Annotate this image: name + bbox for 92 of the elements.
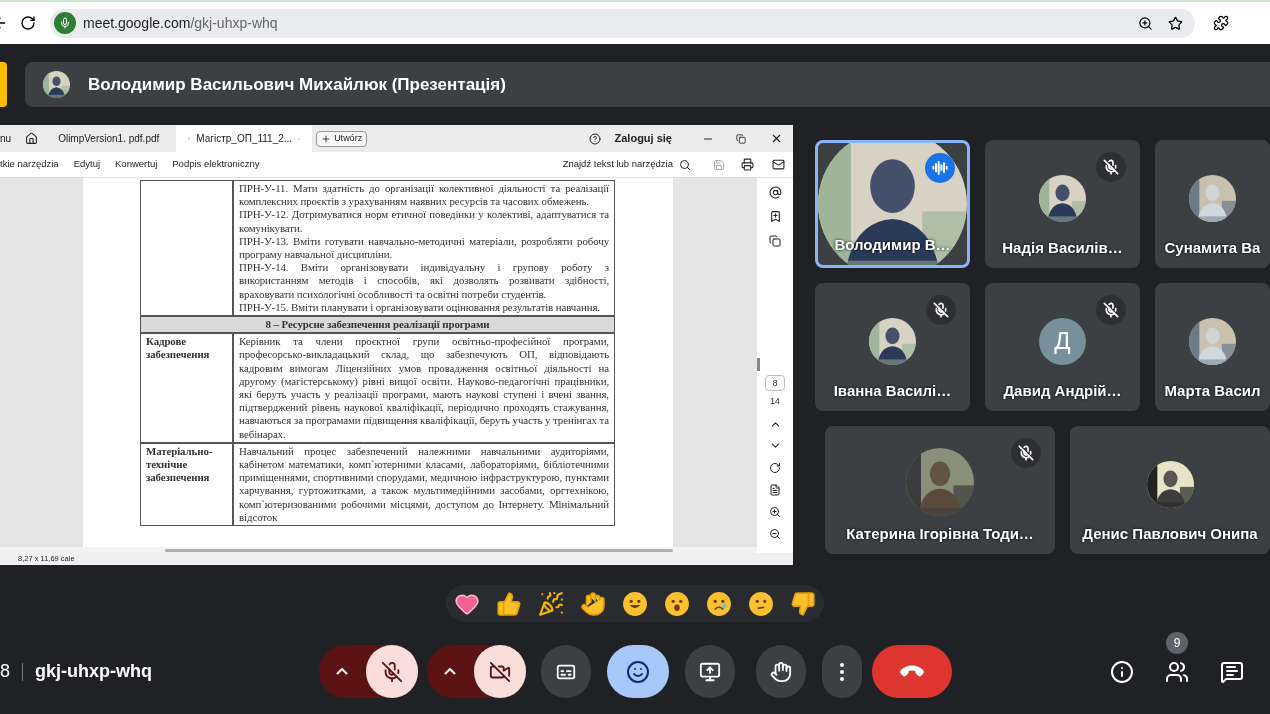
search-tools-label[interactable]: Znajdź tekst lub narzędzia [562, 157, 673, 172]
sign-in-link[interactable]: Zaloguj się [614, 130, 672, 147]
participant-name: Марта Васил [1164, 381, 1261, 401]
help-icon[interactable] [588, 132, 601, 145]
party-popper-icon[interactable] [538, 590, 564, 617]
page-icon[interactable] [769, 483, 781, 496]
presenter-title: Володимир Васильович Михайлюк (Презентація) [88, 73, 506, 96]
caret-icon [444, 668, 456, 675]
zoom-out-icon[interactable] [769, 527, 781, 540]
notification-strip [0, 62, 7, 107]
requirement-text: ПРН-У-13. Вміти готувати навчально-методичні матеріали, розробляти робочу програму навчальної дисципліни. [239, 234, 609, 262]
scrollbar-thumb[interactable] [757, 358, 760, 371]
restore-icon[interactable] [736, 133, 746, 144]
chat-icon[interactable] [1220, 659, 1244, 684]
bookmark-icon[interactable] [768, 210, 782, 223]
crying-face-icon[interactable] [706, 590, 732, 617]
copy-icon[interactable] [769, 235, 781, 247]
meeting-code: gkj-uhxp-whq [35, 660, 152, 683]
bookmark-star-icon[interactable] [1168, 15, 1183, 31]
address-bar[interactable]: meet.google.com/gkj-uhxp-whq [50, 8, 1195, 38]
horizontal-scrollbar[interactable] [165, 548, 673, 552]
requirement-text: ПРН-У-11. Мати здатність до організації колективної діяльності та реалізації комплексних проєктів з урахуванням наявних ресурсів та часових обмежень. [239, 182, 609, 209]
tab[interactable]: Магістр_ОП_111_2... [176, 125, 313, 152]
rotate-icon[interactable] [769, 461, 781, 474]
menu-label[interactable]: nu [0, 131, 12, 146]
home-icon[interactable] [25, 132, 39, 145]
participant-name: Катерина Ігорівна Тоди… [846, 524, 1034, 544]
page-number-field[interactable]: 8 [765, 375, 785, 391]
mic-off-icon [380, 660, 403, 683]
mic-icon[interactable] [54, 12, 76, 34]
print-icon[interactable] [741, 158, 754, 171]
smiley-icon [625, 659, 650, 684]
present-screen-icon [698, 660, 721, 683]
table-cell: Кадрове забезпечення [140, 333, 233, 443]
zoom-icon[interactable] [1138, 15, 1153, 31]
mail-icon[interactable] [772, 158, 785, 171]
present-button[interactable] [684, 645, 735, 698]
menu-item[interactable]: Edytuj [73, 157, 101, 172]
page-total: 14 [770, 395, 780, 408]
menu-item[interactable]: tkie narzędzia [0, 157, 59, 172]
thinking-face-icon[interactable] [748, 590, 774, 617]
extensions-icon[interactable] [1213, 15, 1229, 31]
participant-name: Надія Василів… [1002, 238, 1123, 258]
table-cell: Матеріально-технічне забезпечення [140, 442, 233, 527]
raise-hand-button[interactable] [755, 645, 806, 698]
search-icon[interactable] [679, 158, 691, 171]
requirement-text: ПРН-У-14. Вміти організовувати індивідуальну і групову роботу з використанням методів і способів, які дозволять розвивати здібності, враховувати психологічні особливості та освітні потреби студентів. [239, 261, 609, 301]
camera-off-icon [488, 660, 511, 683]
thumbs-up-icon[interactable] [496, 590, 522, 617]
tab[interactable]: OlimpVersion1. pdf.pdf [46, 125, 177, 152]
participant-name: Давид Андрій… [1003, 381, 1122, 401]
requirement-text: ПРН-У-12. Дотримуватися норм етичної поведінки у колективі, адаптуватися та комунікувати. [239, 208, 609, 235]
people-icon [1165, 659, 1189, 684]
info-icon[interactable] [1110, 659, 1134, 684]
participant-name: Іванна Василі… [833, 381, 952, 401]
participant-tile[interactable]: Надія Василів… [985, 140, 1140, 268]
participant-tile[interactable]: Д Давид Андрій… [985, 283, 1140, 411]
thumbs-down-icon[interactable] [790, 590, 816, 617]
more-icon [839, 662, 844, 681]
menu-item[interactable]: Konwertuj [115, 157, 158, 172]
comment-icon[interactable] [768, 186, 782, 199]
camera-button[interactable] [473, 645, 526, 698]
table-cell: Керівник та члени проєктної групи освітньо-професійної програми, професорсько-викладацький склад, що забезпечують ОП, відповідають кадровим вимогам Ліцензійних умов провадження освітньої діяльності на другому (магістерському) рівні вищої освіти. Науково-педагогічні працівники, які беруть участь у реалізації програми, мають наукові ступені і вчені звання, підтверджений рівень наукової кваліфікації, періодично проходять стажування, навчаються за програмами підвищення кваліфікації, беруть участь у тренінгах та вебінарах. [233, 333, 615, 443]
plus-icon [321, 133, 332, 144]
menu-item[interactable]: Podpis elektroniczny [172, 157, 260, 172]
requirement-text: ПРН-У-15. Вміти планувати і організовувати оцінювання результатів навчання. [239, 300, 601, 315]
meeting-time: 8 [0, 660, 10, 683]
surprised-face-icon[interactable] [664, 590, 690, 617]
table-cell: Навчальний процес забезпечений належними навчальними аудиторіями, кабінетом математики, комп`ютерними класами, лабораторіями, бібліотечними приміщеннями, спортивними спорудами, медичною інфраструктурою, пунктами харчування, гуртожитками, а також мультимедійними засобами, оргтехнікою, комп`ютеризованими робочими місцями, доступом до Інтернету. Мінімальний відсоток [233, 442, 615, 527]
zoom-in-icon[interactable] [769, 505, 781, 518]
captions-button[interactable] [540, 645, 591, 698]
clapping-hand-icon[interactable] [580, 590, 606, 617]
hand-icon [769, 660, 792, 683]
participant-tile[interactable]: Марта Васил [1155, 283, 1270, 411]
participant-name: Денис Павлович Онипа [1082, 524, 1258, 544]
leave-call-button[interactable] [871, 645, 952, 698]
participant-name: Сунамита Ва [1164, 238, 1261, 258]
avatar: Д [1039, 317, 1086, 365]
laughing-face-icon[interactable] [622, 590, 648, 617]
new-tab-button[interactable]: Utwórz [316, 130, 368, 147]
reload-icon[interactable] [20, 15, 36, 31]
caret-icon [336, 668, 348, 675]
participant-tile[interactable]: Іванна Василі… [815, 283, 970, 411]
section-heading: 8 – Ресурсне забезпечення реалізації програми [140, 316, 615, 334]
more-options-button[interactable] [821, 645, 862, 698]
participant-tile[interactable]: Денис Павлович Онипа [1070, 426, 1270, 554]
microphone-button[interactable] [365, 645, 418, 698]
participant-tile[interactable]: Катерина Ігорівна Тоди… [825, 426, 1055, 554]
reactions-button[interactable] [606, 645, 669, 698]
participant-count-badge: 9 [1166, 631, 1188, 654]
url-text: meet.google.com/gkj-uhxp-whq [83, 13, 278, 33]
participant-tile[interactable]: Сунамита Ва [1155, 140, 1270, 268]
